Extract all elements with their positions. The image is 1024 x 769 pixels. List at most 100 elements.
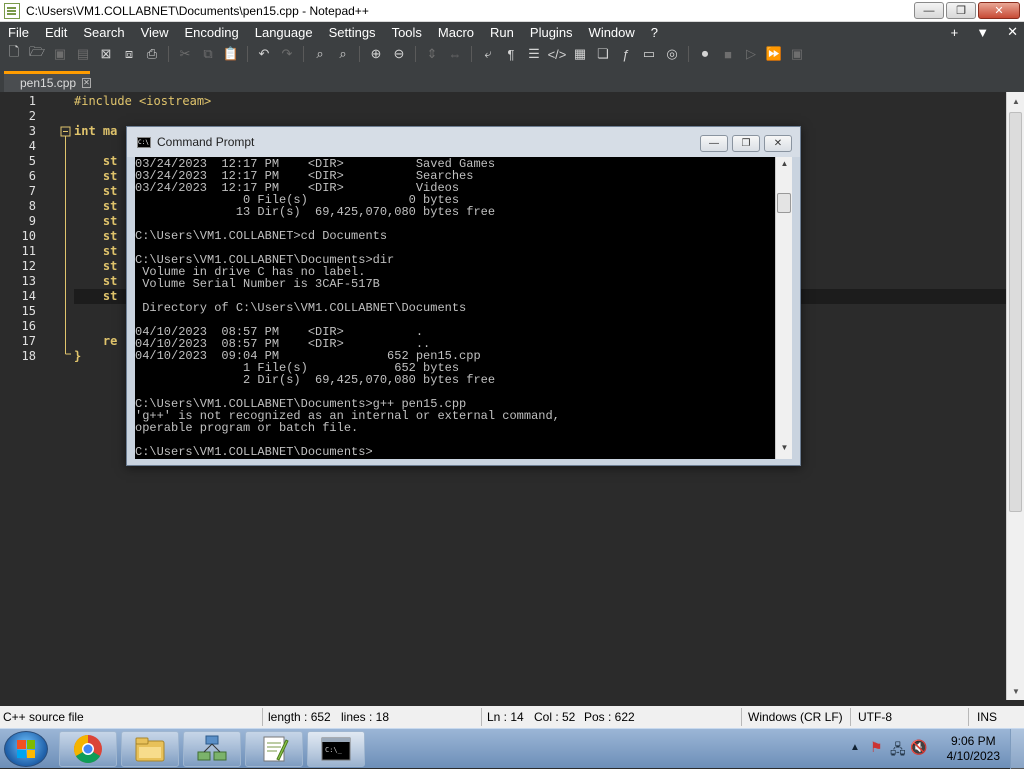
new-file-icon[interactable]: 🗋 <box>4 44 24 64</box>
cmd-scrollbar[interactable]: ▲ ▼ <box>775 157 792 459</box>
cmd-window-title: Command Prompt <box>157 135 255 149</box>
volume-muted-icon[interactable]: 🔇 <box>910 739 927 756</box>
network-icon[interactable]: 🖧 <box>890 739 906 763</box>
menu-help[interactable]: ? <box>643 25 666 40</box>
scroll-down-arrow[interactable]: ▼ <box>1007 682 1024 700</box>
status-length: length : 652 <box>268 710 331 724</box>
print-icon[interactable]: ⎙ <box>142 44 162 64</box>
tab-pen15-cpp[interactable]: pen15.cpp ✕ <box>4 71 91 92</box>
cmd-scroll-up-arrow[interactable]: ▲ <box>776 159 793 173</box>
record-macro-icon[interactable]: ⏺ <box>695 44 715 64</box>
tray-expand-icon[interactable]: ▲ <box>850 742 860 753</box>
line-number: 5 <box>28 154 36 168</box>
copy-icon[interactable]: ⧉ <box>198 44 218 64</box>
word-wrap-icon[interactable]: ⤶ <box>478 44 498 64</box>
tab-close-icon[interactable]: ✕ <box>82 78 91 88</box>
taskbar-notepadpp[interactable] <box>245 731 303 767</box>
paste-icon[interactable]: 📋 <box>221 44 241 64</box>
cmd-console-output[interactable]: 03/24/2023 12:17 PM <DIR> Saved Games 03… <box>135 157 775 459</box>
udl-icon[interactable]: </> <box>547 44 567 64</box>
save-icon[interactable]: ▣ <box>50 44 70 64</box>
fold-margin[interactable] <box>60 92 74 700</box>
clock[interactable]: 9:06 PM 4/10/2023 <box>947 734 1000 764</box>
taskbar-explorer[interactable] <box>121 731 179 767</box>
console-prompt-line[interactable]: C:\Users\VM1.COLLABNET\Documents> <box>135 446 373 458</box>
show-all-chars-icon[interactable]: ¶ <box>501 44 521 64</box>
indent-guide-icon[interactable]: ☰ <box>524 44 544 64</box>
new-tab-button[interactable]: + <box>951 25 959 40</box>
cmd-maximize-button[interactable]: ❐ <box>732 135 760 152</box>
function-list-icon[interactable]: ❏ <box>593 44 613 64</box>
menu-plugins[interactable]: Plugins <box>522 25 581 40</box>
redo-icon[interactable]: ↷ <box>277 44 297 64</box>
close-icon[interactable]: ⊠ <box>96 44 116 64</box>
save-all-icon[interactable]: ▤ <box>73 44 93 64</box>
toolbar-separator <box>168 46 169 62</box>
menu-tools[interactable]: Tools <box>384 25 430 40</box>
sync-vertical-icon[interactable]: ⇕ <box>422 44 442 64</box>
doc-map-icon[interactable]: ▦ <box>570 44 590 64</box>
cut-icon[interactable]: ✂ <box>175 44 195 64</box>
line-number: 4 <box>28 139 36 153</box>
show-desktop-button[interactable] <box>1010 729 1024 769</box>
stop-macro-icon[interactable]: ■ <box>718 44 738 64</box>
menu-settings[interactable]: Settings <box>321 25 384 40</box>
console-line: Volume Serial Number is 3CAF-517B <box>135 277 380 291</box>
sync-horizontal-icon[interactable]: ⇔ <box>445 44 465 64</box>
start-button[interactable] <box>4 731 48 767</box>
menu-edit[interactable]: Edit <box>37 25 75 40</box>
maximize-button[interactable]: ❐ <box>946 2 976 19</box>
menu-file[interactable]: File <box>0 25 37 40</box>
clock-date: 4/10/2023 <box>946 749 1000 763</box>
taskbar-network-app[interactable] <box>183 731 241 767</box>
toolbar-separator <box>303 46 304 62</box>
folder-workspace-icon[interactable]: ƒ <box>616 44 636 64</box>
taskbar-chrome[interactable] <box>59 731 117 767</box>
play-macro-icon[interactable]: ▷ <box>741 44 761 64</box>
cmd-minimize-button[interactable]: — <box>700 135 728 152</box>
close-button[interactable]: ✕ <box>978 2 1020 19</box>
menu-search[interactable]: Search <box>75 25 132 40</box>
status-insert-mode: INS <box>977 710 998 724</box>
minimize-button[interactable]: — <box>914 2 944 19</box>
zoom-in-icon[interactable]: ⊕ <box>366 44 386 64</box>
status-ln: Ln : 14 <box>487 710 524 724</box>
command-prompt-window[interactable]: C:\ Command Prompt — ❐ ✕ 03/24/2023 12:1… <box>126 126 801 466</box>
cmd-scrollbar-thumb[interactable] <box>777 193 791 213</box>
tab-label: pen15.cpp <box>20 76 77 90</box>
taskbar: C:\_ ▲ ⚑ 🖧 🔇 9:06 PM 4/10/2023 <box>0 728 1024 769</box>
scrollbar-thumb[interactable] <box>1009 112 1022 512</box>
menu-window[interactable]: Window <box>581 25 643 40</box>
save-macro-icon[interactable]: ▣ <box>787 44 807 64</box>
cmd-scroll-down-arrow[interactable]: ▼ <box>776 443 793 457</box>
menu-run[interactable]: Run <box>482 25 522 40</box>
tab-list-button[interactable]: ▼ <box>976 25 989 40</box>
explorer-icon <box>135 737 165 762</box>
replace-icon[interactable]: ⌕ <box>333 44 353 64</box>
cmd-title-bar[interactable]: C:\ Command Prompt — ❐ ✕ <box>127 127 800 157</box>
code-token: int <box>74 124 96 138</box>
menu-language[interactable]: Language <box>247 25 321 40</box>
monitoring-icon[interactable]: ▭ <box>639 44 659 64</box>
taskbar-cmd[interactable]: C:\_ <box>307 731 365 767</box>
find-icon[interactable]: ⌕ <box>310 44 330 64</box>
monitor-eye-icon[interactable]: ◎ <box>662 44 682 64</box>
action-center-flag-icon[interactable]: ⚑ <box>870 739 883 756</box>
undo-icon[interactable]: ↶ <box>254 44 274 64</box>
run-multiple-icon[interactable]: ⏩ <box>764 44 784 64</box>
line-number: 7 <box>28 184 36 198</box>
close-doc-button[interactable]: ✕ <box>1007 24 1018 40</box>
open-file-icon[interactable]: 🗁 <box>27 44 47 64</box>
menu-macro[interactable]: Macro <box>430 25 482 40</box>
close-all-icon[interactable]: ⧈ <box>119 44 139 64</box>
menu-view[interactable]: View <box>133 25 177 40</box>
menu-encoding[interactable]: Encoding <box>177 25 247 40</box>
toolbar-separator <box>359 46 360 62</box>
toolbar-separator <box>471 46 472 62</box>
zoom-out-icon[interactable]: ⊖ <box>389 44 409 64</box>
line-number: 13 <box>21 274 36 288</box>
editor-scrollbar[interactable]: ▲ ▼ <box>1006 92 1024 700</box>
cmd-close-button[interactable]: ✕ <box>764 135 792 152</box>
status-separator <box>481 708 482 726</box>
scroll-up-arrow[interactable]: ▲ <box>1007 92 1024 110</box>
